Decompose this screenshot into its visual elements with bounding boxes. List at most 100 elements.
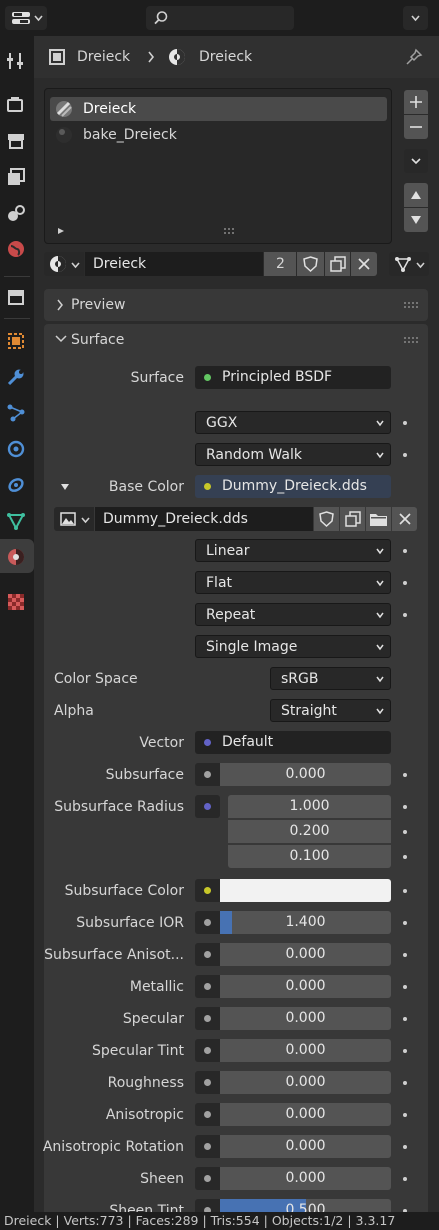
resize-handle-icon[interactable] bbox=[223, 227, 237, 235]
unlink-material-button[interactable] bbox=[351, 252, 377, 276]
view-layer-tab[interactable] bbox=[5, 166, 27, 188]
fake-user-button[interactable] bbox=[314, 507, 339, 531]
socket-button[interactable] bbox=[195, 795, 220, 818]
keyframe-dot[interactable] bbox=[403, 1017, 407, 1021]
material-browse-button[interactable] bbox=[44, 252, 84, 276]
particles-tab[interactable] bbox=[5, 402, 27, 424]
socket-button[interactable] bbox=[195, 1071, 220, 1094]
keyframe-dot[interactable] bbox=[403, 421, 407, 425]
drag-handle-icon[interactable] bbox=[403, 336, 419, 344]
anisotropic-rotation-slider[interactable]: 0.000 bbox=[220, 1135, 391, 1158]
texture-tab[interactable] bbox=[5, 591, 27, 613]
scene-tab[interactable] bbox=[5, 202, 27, 224]
drag-handle-icon[interactable] bbox=[403, 301, 419, 309]
move-down-button[interactable] bbox=[404, 208, 428, 232]
socket-button[interactable] bbox=[195, 911, 220, 934]
socket-button[interactable] bbox=[195, 1007, 220, 1030]
specular-tint-slider[interactable]: 0.000 bbox=[220, 1039, 391, 1062]
keyframe-dot[interactable] bbox=[403, 889, 407, 893]
physics-tab[interactable] bbox=[5, 438, 27, 460]
tool-tab[interactable] bbox=[5, 50, 27, 72]
slot-specials-button[interactable] bbox=[404, 149, 428, 173]
duplicate-image-button[interactable] bbox=[340, 507, 365, 531]
socket-button[interactable] bbox=[195, 763, 220, 786]
list-item[interactable]: Dreieck bbox=[50, 97, 387, 121]
move-up-button[interactable] bbox=[404, 183, 428, 207]
keyframe-dot[interactable] bbox=[403, 1145, 407, 1149]
keyframe-dot[interactable] bbox=[403, 1049, 407, 1053]
keyframe-dot[interactable] bbox=[403, 1113, 407, 1117]
remove-slot-button[interactable] bbox=[404, 115, 428, 139]
keyframe-dot[interactable] bbox=[403, 581, 407, 585]
fake-user-button[interactable] bbox=[297, 252, 324, 276]
socket-button[interactable] bbox=[195, 1039, 220, 1062]
anisotropic-slider[interactable]: 0.000 bbox=[220, 1103, 391, 1126]
keyframe-dot[interactable] bbox=[403, 613, 407, 617]
constraints-tab[interactable] bbox=[5, 474, 27, 496]
keyframe-dot[interactable] bbox=[403, 921, 407, 925]
material-tab[interactable] bbox=[5, 546, 27, 568]
add-slot-button[interactable] bbox=[404, 90, 428, 114]
keyframe-dot[interactable] bbox=[403, 453, 407, 457]
expand-triangle-icon[interactable] bbox=[57, 227, 65, 235]
material-slot-list[interactable]: Dreieck bake_Dreieck bbox=[44, 88, 392, 244]
keyframe-dot[interactable] bbox=[403, 1177, 407, 1181]
subsurface-radius-z[interactable]: 0.100 bbox=[228, 845, 391, 868]
duplicate-material-button[interactable] bbox=[325, 252, 350, 276]
extension-dropdown[interactable]: Repeat bbox=[195, 603, 391, 626]
subsurface-radius-x[interactable]: 1.000 bbox=[228, 795, 391, 818]
socket-button[interactable] bbox=[195, 943, 220, 966]
socket-button[interactable] bbox=[195, 975, 220, 998]
socket-button[interactable] bbox=[195, 879, 220, 902]
keyframe-dot[interactable] bbox=[403, 830, 407, 834]
keyframe-dot[interactable] bbox=[403, 1081, 407, 1085]
keyframe-dot[interactable] bbox=[403, 805, 407, 809]
collection-tab[interactable] bbox=[5, 286, 27, 308]
socket-button[interactable] bbox=[195, 1103, 220, 1126]
vector-link-field[interactable]: Default bbox=[195, 731, 391, 754]
subsurface-color-swatch[interactable] bbox=[220, 879, 391, 902]
user-count-button[interactable]: 2 bbox=[264, 252, 296, 276]
modifiers-tab[interactable] bbox=[5, 366, 27, 388]
sheen-slider[interactable]: 0.000 bbox=[220, 1167, 391, 1190]
specular-slider[interactable]: 0.000 bbox=[220, 1007, 391, 1030]
subsurface-ior-slider[interactable]: 1.400 bbox=[220, 911, 391, 934]
keyframe-dot[interactable] bbox=[403, 773, 407, 777]
image-browse-button[interactable] bbox=[54, 507, 94, 531]
alpha-mode-dropdown[interactable]: Straight bbox=[270, 699, 391, 722]
base-color-link-field[interactable]: Dummy_Dreieck.dds bbox=[195, 475, 391, 498]
preview-panel[interactable]: Preview bbox=[44, 289, 428, 321]
world-tab[interactable] bbox=[5, 238, 27, 260]
open-image-button[interactable] bbox=[366, 507, 391, 531]
editor-type-button[interactable] bbox=[5, 6, 47, 30]
material-name-field[interactable]: Dreieck bbox=[85, 252, 263, 276]
keyframe-dot[interactable] bbox=[403, 953, 407, 957]
interpolation-dropdown[interactable]: Linear bbox=[195, 539, 391, 562]
chevron-down-icon[interactable] bbox=[55, 335, 67, 343]
roughness-slider[interactable]: 0.000 bbox=[220, 1071, 391, 1094]
projection-dropdown[interactable]: Flat bbox=[195, 571, 391, 594]
collapse-triangle-icon[interactable] bbox=[60, 483, 70, 491]
options-dropdown-button[interactable] bbox=[403, 6, 428, 30]
subsurface-method-dropdown[interactable]: Random Walk bbox=[195, 443, 391, 466]
surface-shader-field[interactable]: Principled BSDF bbox=[195, 366, 391, 389]
image-name-field[interactable]: Dummy_Dreieck.dds bbox=[95, 507, 313, 531]
output-tab[interactable] bbox=[5, 130, 27, 152]
subsurface-slider[interactable]: 0.000 bbox=[220, 763, 391, 786]
distribution-dropdown[interactable]: GGX bbox=[195, 411, 391, 434]
keyframe-dot[interactable] bbox=[403, 985, 407, 989]
keyframe-dot[interactable] bbox=[403, 855, 407, 859]
keyframe-dot[interactable] bbox=[403, 549, 407, 553]
list-item[interactable]: bake_Dreieck bbox=[50, 123, 387, 147]
render-tab[interactable] bbox=[5, 94, 27, 116]
object-tab[interactable] bbox=[5, 330, 27, 352]
link-mode-button[interactable] bbox=[389, 252, 429, 276]
metallic-slider[interactable]: 0.000 bbox=[220, 975, 391, 998]
socket-button[interactable] bbox=[195, 1135, 220, 1158]
data-tab[interactable] bbox=[5, 510, 27, 532]
image-source-dropdown[interactable]: Single Image bbox=[195, 635, 391, 658]
pin-icon[interactable] bbox=[405, 48, 423, 66]
search-field[interactable] bbox=[146, 6, 294, 30]
subsurface-anisotropy-slider[interactable]: 0.000 bbox=[220, 943, 391, 966]
color-space-dropdown[interactable]: sRGB bbox=[270, 667, 391, 690]
